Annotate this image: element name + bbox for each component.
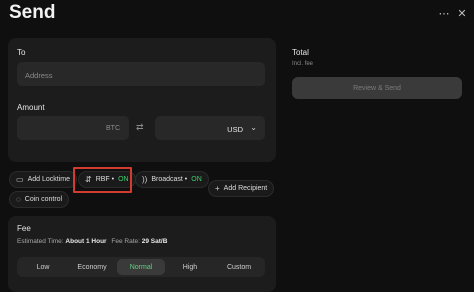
coin-control-label: Coin control: [24, 196, 63, 203]
fee-option-custom[interactable]: Custom: [215, 257, 263, 277]
fee-label: Fee: [17, 224, 31, 233]
btc-amount-input[interactable]: BTC: [17, 116, 129, 140]
add-recipient-button[interactable]: + Add Recipient: [208, 180, 275, 197]
broadcast-icon: )): [142, 175, 148, 184]
amount-label: Amount: [17, 103, 45, 112]
coin-control-button[interactable]: ◌ Coin control: [9, 191, 70, 208]
add-locktime-button[interactable]: ▭ Add Locktime: [9, 171, 77, 188]
total-subtext: Incl. fee: [292, 61, 314, 67]
address-placeholder: Address: [25, 71, 53, 80]
swap-icon[interactable]: ⇄: [136, 122, 144, 133]
broadcast-state: ON: [191, 176, 202, 183]
more-icon[interactable]: ⋯: [437, 6, 451, 20]
fee-rate-label: Fee Rate:: [111, 238, 140, 245]
fee-selector: Low Economy Normal High Custom: [17, 257, 265, 277]
calendar-icon: ▭: [16, 175, 24, 184]
fee-option-normal[interactable]: Normal: [117, 259, 165, 275]
broadcast-toggle[interactable]: )) Broadcast • ON: [135, 171, 209, 188]
add-locktime-label: Add Locktime: [27, 176, 70, 183]
send-form-card: [8, 38, 276, 162]
review-send-button[interactable]: Review & Send: [292, 77, 462, 99]
est-time-value: About 1 Hour: [65, 238, 107, 245]
coin-control-icon: ◌: [16, 195, 21, 204]
fee-card: [8, 216, 276, 292]
broadcast-label: Broadcast •: [151, 176, 188, 183]
rbf-highlight-box: [73, 167, 132, 193]
close-icon[interactable]: ✕: [455, 6, 469, 20]
fee-details: Estimated Time: About 1 Hour Fee Rate: 2…: [17, 238, 167, 245]
est-time-label: Estimated Time:: [17, 238, 64, 245]
to-label: To: [17, 48, 26, 57]
btc-unit: BTC: [106, 125, 120, 132]
fee-option-economy[interactable]: Economy: [68, 257, 116, 277]
chevron-down-icon[interactable]: ⌄: [250, 123, 257, 132]
address-input[interactable]: Address: [17, 62, 265, 86]
total-label: Total: [292, 48, 309, 57]
fee-option-low[interactable]: Low: [19, 257, 67, 277]
add-recipient-label: Add Recipient: [223, 185, 268, 192]
plus-icon: +: [215, 184, 220, 193]
fee-rate-value: 29 Sat/B: [141, 238, 168, 245]
page-title: Send: [9, 2, 56, 23]
fee-option-high[interactable]: High: [166, 257, 214, 277]
currency-select[interactable]: USD: [227, 125, 243, 134]
fiat-amount-input[interactable]: USD ⌄: [155, 116, 265, 140]
